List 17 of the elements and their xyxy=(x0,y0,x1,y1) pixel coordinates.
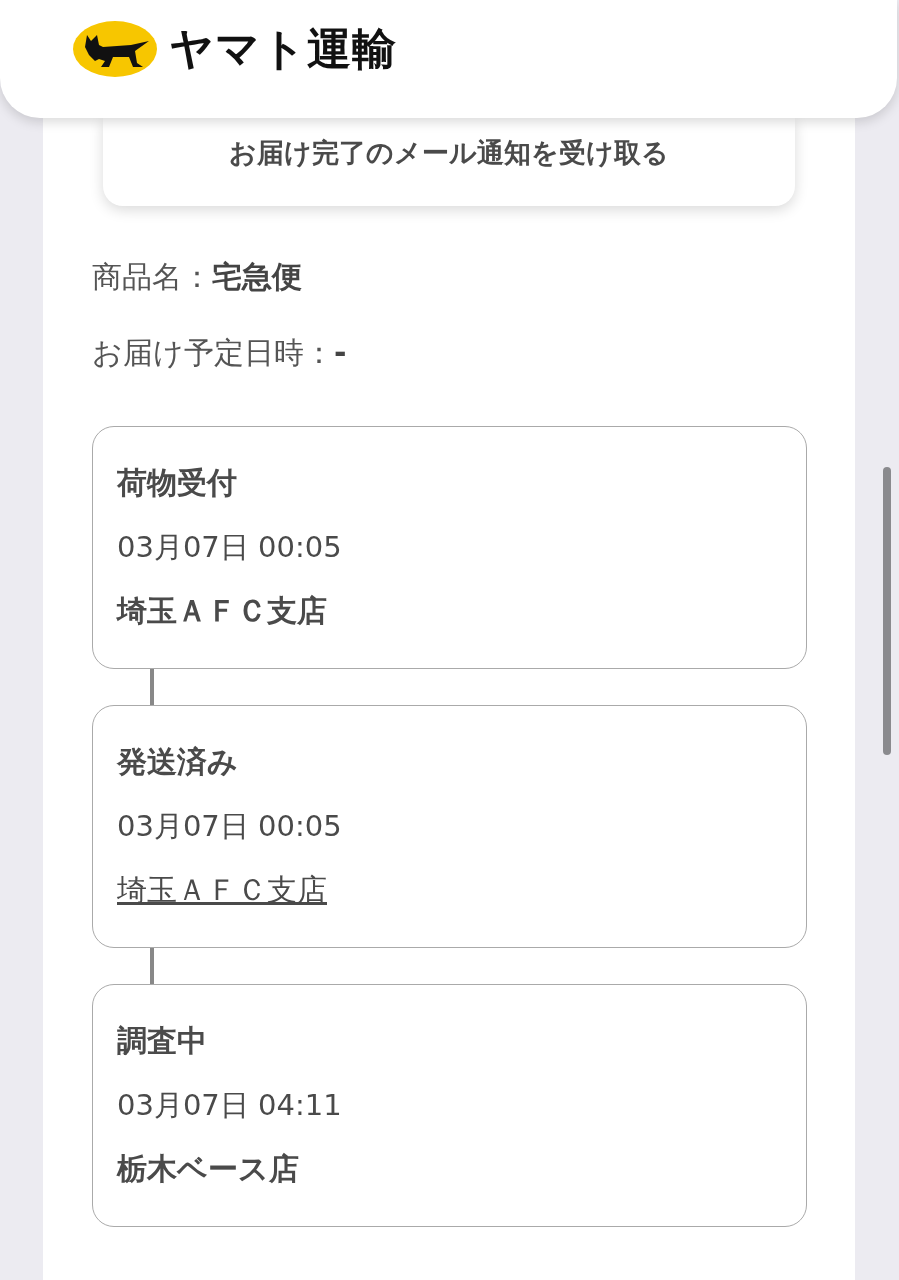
status-text: 荷物受付 xyxy=(117,464,237,502)
datetime-text: 03月07日 00:05 xyxy=(117,529,342,566)
scrollbar[interactable] xyxy=(883,467,891,755)
detail-label: お届け予定日時： xyxy=(92,334,334,372)
detail-label: 商品名： xyxy=(92,258,212,296)
branch-text: 栃木ベース店 xyxy=(117,1150,299,1188)
detail-value: 宅急便 xyxy=(212,258,302,296)
branch-text: 埼玉ＡＦＣ支店 xyxy=(117,592,327,630)
branch-link[interactable]: 埼玉ＡＦＣ支店 xyxy=(117,868,327,912)
logo-text: ヤマト運輸 xyxy=(169,21,397,76)
status-text: 調査中 xyxy=(117,1022,207,1060)
datetime-text: 03月07日 04:11 xyxy=(117,1087,342,1124)
mail-notify-button[interactable]: お届け完了のメール通知を受け取る xyxy=(103,118,795,206)
status-text: 発送済み xyxy=(117,743,238,781)
detail-value: - xyxy=(334,334,347,372)
datetime-text: 03月07日 00:05 xyxy=(117,808,342,845)
cat-logo-icon xyxy=(73,21,157,77)
